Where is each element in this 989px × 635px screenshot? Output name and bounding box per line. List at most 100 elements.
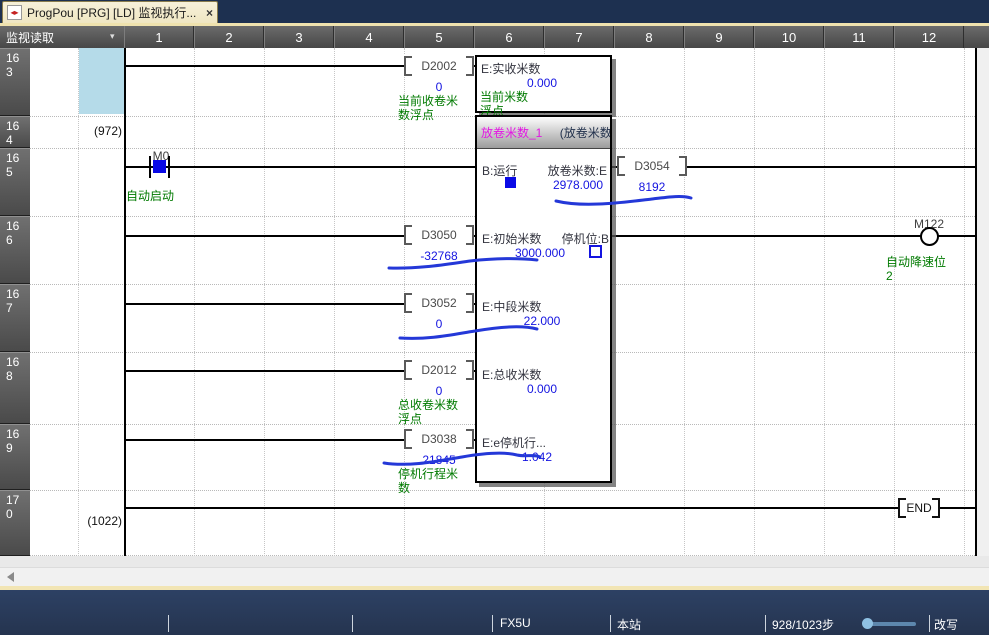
grid-line <box>754 48 755 556</box>
right-margin-strip <box>977 48 989 556</box>
end-label: END <box>906 501 932 515</box>
grid-line <box>264 48 265 556</box>
status-divider <box>929 615 930 632</box>
grid-line <box>824 48 825 556</box>
col-header-1: 1 <box>124 26 194 48</box>
bracket-left <box>404 293 412 313</box>
end-instruction[interactable]: END <box>898 497 940 519</box>
row-gutter-163[interactable]: 163 <box>0 48 30 116</box>
operand-d3054[interactable]: D3054 <box>617 155 687 177</box>
fb-pin-travel-value: 1.042 <box>497 450 577 464</box>
row-gutter-165[interactable]: 165 <box>0 148 30 216</box>
edit-cursor-cell[interactable] <box>79 48 124 114</box>
col-header-11: 11 <box>824 26 894 48</box>
col-header-4: 4 <box>334 26 404 48</box>
fb-pin-mid-value: 22.000 <box>502 314 582 328</box>
fb-pin-value: 0.000 <box>497 76 587 90</box>
tab-progpou[interactable]: ◂▸ ProgPou [PRG] [LD] 监视执行... × <box>2 1 218 23</box>
zoom-slider-knob[interactable] <box>862 618 873 629</box>
device-name: D3038 <box>412 432 466 446</box>
grid-line <box>78 48 79 556</box>
device-comment-d2012: 总收卷米数浮点 <box>398 399 462 427</box>
row-gutter-168[interactable]: 168 <box>0 352 30 424</box>
bracket-left <box>404 225 412 245</box>
fb-pin-stop-off-indicator <box>589 245 602 258</box>
chevron-down-icon: ▾ <box>110 31 115 42</box>
row-gutter-166[interactable]: 166 <box>0 216 30 284</box>
ladder-program-icon: ◂▸ <box>7 5 22 20</box>
scroll-left-arrow-icon[interactable] <box>7 572 14 582</box>
col-header-10: 10 <box>754 26 824 48</box>
operand-d3050[interactable]: D3050 <box>404 224 474 246</box>
fb-header: 放卷米数_1 (放卷米数 <box>477 117 610 149</box>
fb-type-name: (放卷米数 <box>560 126 610 140</box>
status-divider <box>610 615 611 632</box>
operand-d2012[interactable]: D2012 <box>404 359 474 381</box>
status-plc-type: FX5U <box>500 616 531 630</box>
col-header-3: 3 <box>264 26 334 48</box>
wire-row170 <box>124 507 975 509</box>
row-gutter-164[interactable]: 164 <box>0 116 30 148</box>
col-header-5: 5 <box>404 26 474 48</box>
fb-pin-travel: E:e停机行... <box>482 434 546 451</box>
status-write-mode: 改写 <box>934 616 958 633</box>
fb-pin-total: E:总收米数 <box>482 366 541 383</box>
coil-m122-comment: 自动降速位2 <box>886 256 950 284</box>
fb-pin-meters: 放卷米数:E <box>517 162 607 179</box>
bracket-right <box>932 498 940 518</box>
fb-pin-init-value: 3000.000 <box>495 246 585 260</box>
contact-m0-on-indicator <box>153 160 166 173</box>
monitor-value-d3052: 0 <box>404 317 474 331</box>
col-header-2: 2 <box>194 26 264 48</box>
contact-m0-comment: 自动启动 <box>126 190 190 204</box>
grid-line <box>194 48 195 556</box>
col-header-8: 8 <box>614 26 684 48</box>
bracket-right <box>679 156 687 176</box>
operand-d3052[interactable]: D3052 <box>404 292 474 314</box>
bracket-right <box>466 56 474 76</box>
row-gutter-169[interactable]: 169 <box>0 424 30 490</box>
coil-m122[interactable] <box>920 227 939 246</box>
grid-line <box>964 48 965 556</box>
bracket-left <box>404 56 412 76</box>
status-divider <box>352 615 353 632</box>
col-header-6: 6 <box>474 26 544 48</box>
function-block-fangjuanmishu[interactable]: 放卷米数_1 (放卷米数 B:运行 放卷米数:E 2978.000 E:初始米数… <box>475 115 612 483</box>
status-station: 本站 <box>617 616 641 633</box>
zoom-slider-track[interactable] <box>866 622 916 626</box>
horizontal-scrollbar[interactable] <box>0 567 989 587</box>
operand-d3038[interactable]: D3038 <box>404 428 474 450</box>
bracket-left <box>617 156 625 176</box>
contact-m0-bar <box>168 156 170 178</box>
monitor-value-d3054: 8192 <box>617 180 687 194</box>
status-divider <box>168 615 169 632</box>
monitor-mode-label: 监视读取 <box>6 29 54 46</box>
bracket-right <box>466 360 474 380</box>
tab-title: ProgPou [PRG] [LD] 监视执行... <box>27 4 202 21</box>
bracket-left <box>404 360 412 380</box>
fb-previous-tail[interactable]: E:实收米数 0.000 当前米数浮点 <box>475 55 612 113</box>
device-comment-d2002: 当前收卷米数浮点 <box>398 95 462 123</box>
fb-instance-name: 放卷米数_1 <box>481 126 542 140</box>
row-gutter-170[interactable]: 170 <box>0 490 30 556</box>
monitor-mode-dropdown[interactable]: 监视读取 ▾ <box>0 26 124 48</box>
device-comment-d3038: 停机行程米数 <box>398 468 462 496</box>
row-gutter-167[interactable]: 167 <box>0 284 30 352</box>
device-name: D2002 <box>412 59 466 73</box>
monitor-value-d2002: 0 <box>404 80 474 94</box>
plc-ladder-monitor-window: ◂▸ ProgPou [PRG] [LD] 监视执行... × 监视读取 ▾ 1… <box>0 0 989 635</box>
ladder-column-header: 监视读取 ▾ 1 2 3 4 5 6 7 8 9 10 11 12 <box>0 26 989 48</box>
bottom-gap <box>0 556 989 567</box>
operand-d2002[interactable]: D2002 <box>404 55 474 77</box>
fb-pin-meters-value: 2978.000 <box>513 178 603 192</box>
contact-m0-bar <box>149 156 151 178</box>
close-icon[interactable]: × <box>206 6 213 20</box>
fb-pin-total-value: 0.000 <box>502 382 582 396</box>
fb-pin-label: E:实收米数 <box>481 60 540 77</box>
monitor-value-d2012: 0 <box>404 384 474 398</box>
grid-line <box>334 48 335 556</box>
status-divider <box>492 615 493 632</box>
status-step-count: 928/1023步 <box>772 616 834 633</box>
col-header-9: 9 <box>684 26 754 48</box>
bracket-right <box>466 293 474 313</box>
